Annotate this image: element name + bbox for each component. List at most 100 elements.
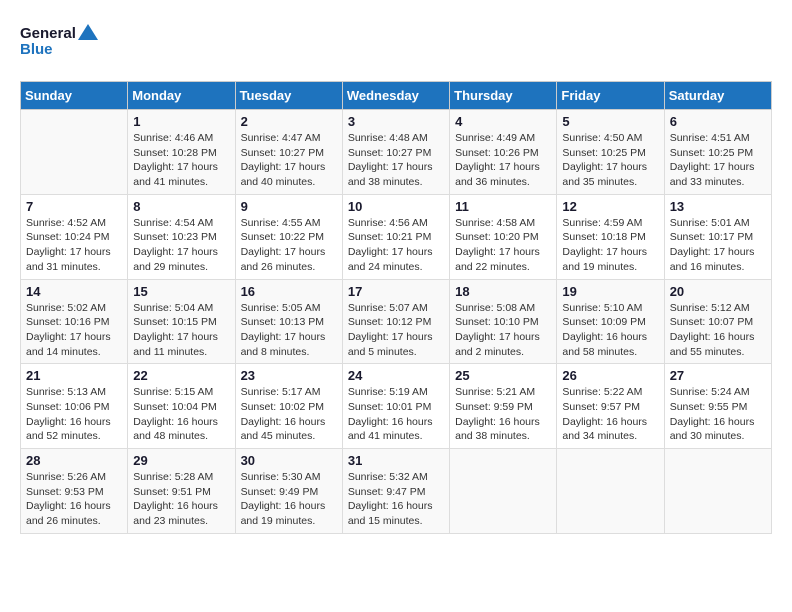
day-number: 10	[348, 199, 444, 214]
day-number: 1	[133, 114, 229, 129]
day-cell	[21, 110, 128, 195]
day-info: Sunrise: 4:46 AMSunset: 10:28 PMDaylight…	[133, 131, 229, 190]
week-row-4: 21Sunrise: 5:13 AMSunset: 10:06 PMDaylig…	[21, 364, 772, 449]
weekday-header-saturday: Saturday	[664, 82, 771, 110]
day-number: 5	[562, 114, 658, 129]
day-number: 16	[241, 284, 337, 299]
weekday-header-thursday: Thursday	[450, 82, 557, 110]
day-info: Sunrise: 5:26 AMSunset: 9:53 PMDaylight:…	[26, 470, 122, 529]
day-number: 9	[241, 199, 337, 214]
svg-text:Blue: Blue	[20, 41, 53, 58]
weekday-header-tuesday: Tuesday	[235, 82, 342, 110]
day-number: 8	[133, 199, 229, 214]
day-cell: 20 Sunrise: 5:12 AMSunset: 10:07 PMDaylig…	[664, 279, 771, 364]
day-info: Sunrise: 5:28 AMSunset: 9:51 PMDaylight:…	[133, 470, 229, 529]
weekday-header-sunday: Sunday	[21, 82, 128, 110]
day-number: 12	[562, 199, 658, 214]
day-number: 2	[241, 114, 337, 129]
day-cell: 29 Sunrise: 5:28 AMSunset: 9:51 PMDayligh…	[128, 449, 235, 534]
day-number: 27	[670, 368, 766, 383]
day-info: Sunrise: 5:12 AMSunset: 10:07 PMDaylight…	[670, 301, 766, 360]
day-number: 7	[26, 199, 122, 214]
day-info: Sunrise: 5:05 AMSunset: 10:13 PMDaylight…	[241, 301, 337, 360]
day-info: Sunrise: 5:30 AMSunset: 9:49 PMDaylight:…	[241, 470, 337, 529]
day-number: 26	[562, 368, 658, 383]
page-header: General Blue	[20, 20, 772, 65]
weekday-header-friday: Friday	[557, 82, 664, 110]
day-number: 20	[670, 284, 766, 299]
weekday-header-monday: Monday	[128, 82, 235, 110]
day-cell: 18 Sunrise: 5:08 AMSunset: 10:10 PMDaylig…	[450, 279, 557, 364]
day-cell: 13Sunrise: 5:01 AMSunset: 10:17 PMDaylig…	[664, 194, 771, 279]
day-cell	[557, 449, 664, 534]
day-cell	[664, 449, 771, 534]
day-info: Sunrise: 5:04 AMSunset: 10:15 PMDaylight…	[133, 301, 229, 360]
day-cell: 1 Sunrise: 4:46 AMSunset: 10:28 PMDayligh…	[128, 110, 235, 195]
day-cell	[450, 449, 557, 534]
day-number: 3	[348, 114, 444, 129]
day-number: 24	[348, 368, 444, 383]
day-number: 18	[455, 284, 551, 299]
day-cell: 14 Sunrise: 5:02 AMSunset: 10:16 PMDaylig…	[21, 279, 128, 364]
day-info: Sunrise: 4:49 AMSunset: 10:26 PMDaylight…	[455, 131, 551, 190]
day-number: 19	[562, 284, 658, 299]
day-number: 11	[455, 199, 551, 214]
day-cell: 2 Sunrise: 4:47 AMSunset: 10:27 PMDayligh…	[235, 110, 342, 195]
day-number: 13	[670, 199, 766, 214]
day-number: 6	[670, 114, 766, 129]
logo: General Blue	[20, 20, 100, 65]
day-cell: 7Sunrise: 4:52 AMSunset: 10:24 PMDayligh…	[21, 194, 128, 279]
week-row-2: 7Sunrise: 4:52 AMSunset: 10:24 PMDayligh…	[21, 194, 772, 279]
day-number: 17	[348, 284, 444, 299]
day-number: 23	[241, 368, 337, 383]
day-number: 28	[26, 453, 122, 468]
day-info: Sunrise: 4:48 AMSunset: 10:27 PMDaylight…	[348, 131, 444, 190]
day-cell: 19 Sunrise: 5:10 AMSunset: 10:09 PMDaylig…	[557, 279, 664, 364]
day-info: Sunrise: 5:10 AMSunset: 10:09 PMDaylight…	[562, 301, 658, 360]
day-cell: 16 Sunrise: 5:05 AMSunset: 10:13 PMDaylig…	[235, 279, 342, 364]
svg-text:General: General	[20, 25, 76, 42]
day-info: Sunrise: 5:21 AMSunset: 9:59 PMDaylight:…	[455, 385, 551, 444]
day-cell: 8Sunrise: 4:54 AMSunset: 10:23 PMDayligh…	[128, 194, 235, 279]
day-cell: 11 Sunrise: 4:58 AMSunset: 10:20 PMDaylig…	[450, 194, 557, 279]
day-info: Sunrise: 5:07 AMSunset: 10:12 PMDaylight…	[348, 301, 444, 360]
day-number: 31	[348, 453, 444, 468]
day-info: Sunrise: 5:24 AMSunset: 9:55 PMDaylight:…	[670, 385, 766, 444]
day-info: Sunrise: 5:13 AMSunset: 10:06 PMDaylight…	[26, 385, 122, 444]
day-info: Sunrise: 5:19 AMSunset: 10:01 PMDaylight…	[348, 385, 444, 444]
day-cell: 4Sunrise: 4:49 AMSunset: 10:26 PMDayligh…	[450, 110, 557, 195]
day-cell: 9 Sunrise: 4:55 AMSunset: 10:22 PMDayligh…	[235, 194, 342, 279]
day-cell: 6 Sunrise: 4:51 AMSunset: 10:25 PMDayligh…	[664, 110, 771, 195]
week-row-5: 28 Sunrise: 5:26 AMSunset: 9:53 PMDayligh…	[21, 449, 772, 534]
day-info: Sunrise: 5:32 AMSunset: 9:47 PMDaylight:…	[348, 470, 444, 529]
logo-svg: General Blue	[20, 20, 100, 65]
day-cell: 22 Sunrise: 5:15 AMSunset: 10:04 PMDaylig…	[128, 364, 235, 449]
day-info: Sunrise: 4:47 AMSunset: 10:27 PMDaylight…	[241, 131, 337, 190]
day-number: 25	[455, 368, 551, 383]
day-cell: 25 Sunrise: 5:21 AMSunset: 9:59 PMDayligh…	[450, 364, 557, 449]
day-cell: 21Sunrise: 5:13 AMSunset: 10:06 PMDaylig…	[21, 364, 128, 449]
day-number: 22	[133, 368, 229, 383]
day-info: Sunrise: 4:56 AMSunset: 10:21 PMDaylight…	[348, 216, 444, 275]
day-cell: 30Sunrise: 5:30 AMSunset: 9:49 PMDayligh…	[235, 449, 342, 534]
day-info: Sunrise: 4:51 AMSunset: 10:25 PMDaylight…	[670, 131, 766, 190]
day-cell: 10 Sunrise: 4:56 AMSunset: 10:21 PMDaylig…	[342, 194, 449, 279]
week-row-3: 14 Sunrise: 5:02 AMSunset: 10:16 PMDaylig…	[21, 279, 772, 364]
weekday-header-wednesday: Wednesday	[342, 82, 449, 110]
day-info: Sunrise: 4:58 AMSunset: 10:20 PMDaylight…	[455, 216, 551, 275]
calendar-table: SundayMondayTuesdayWednesdayThursdayFrid…	[20, 81, 772, 534]
day-cell: 28 Sunrise: 5:26 AMSunset: 9:53 PMDayligh…	[21, 449, 128, 534]
day-number: 29	[133, 453, 229, 468]
day-cell: 17 Sunrise: 5:07 AMSunset: 10:12 PMDaylig…	[342, 279, 449, 364]
day-cell: 26 Sunrise: 5:22 AMSunset: 9:57 PMDayligh…	[557, 364, 664, 449]
day-number: 14	[26, 284, 122, 299]
day-cell: 3 Sunrise: 4:48 AMSunset: 10:27 PMDayligh…	[342, 110, 449, 195]
day-info: Sunrise: 5:02 AMSunset: 10:16 PMDaylight…	[26, 301, 122, 360]
day-cell: 12Sunrise: 4:59 AMSunset: 10:18 PMDaylig…	[557, 194, 664, 279]
day-info: Sunrise: 5:08 AMSunset: 10:10 PMDaylight…	[455, 301, 551, 360]
day-cell: 27 Sunrise: 5:24 AMSunset: 9:55 PMDayligh…	[664, 364, 771, 449]
day-info: Sunrise: 5:15 AMSunset: 10:04 PMDaylight…	[133, 385, 229, 444]
day-info: Sunrise: 4:55 AMSunset: 10:22 PMDaylight…	[241, 216, 337, 275]
day-info: Sunrise: 5:22 AMSunset: 9:57 PMDaylight:…	[562, 385, 658, 444]
day-info: Sunrise: 4:50 AMSunset: 10:25 PMDaylight…	[562, 131, 658, 190]
